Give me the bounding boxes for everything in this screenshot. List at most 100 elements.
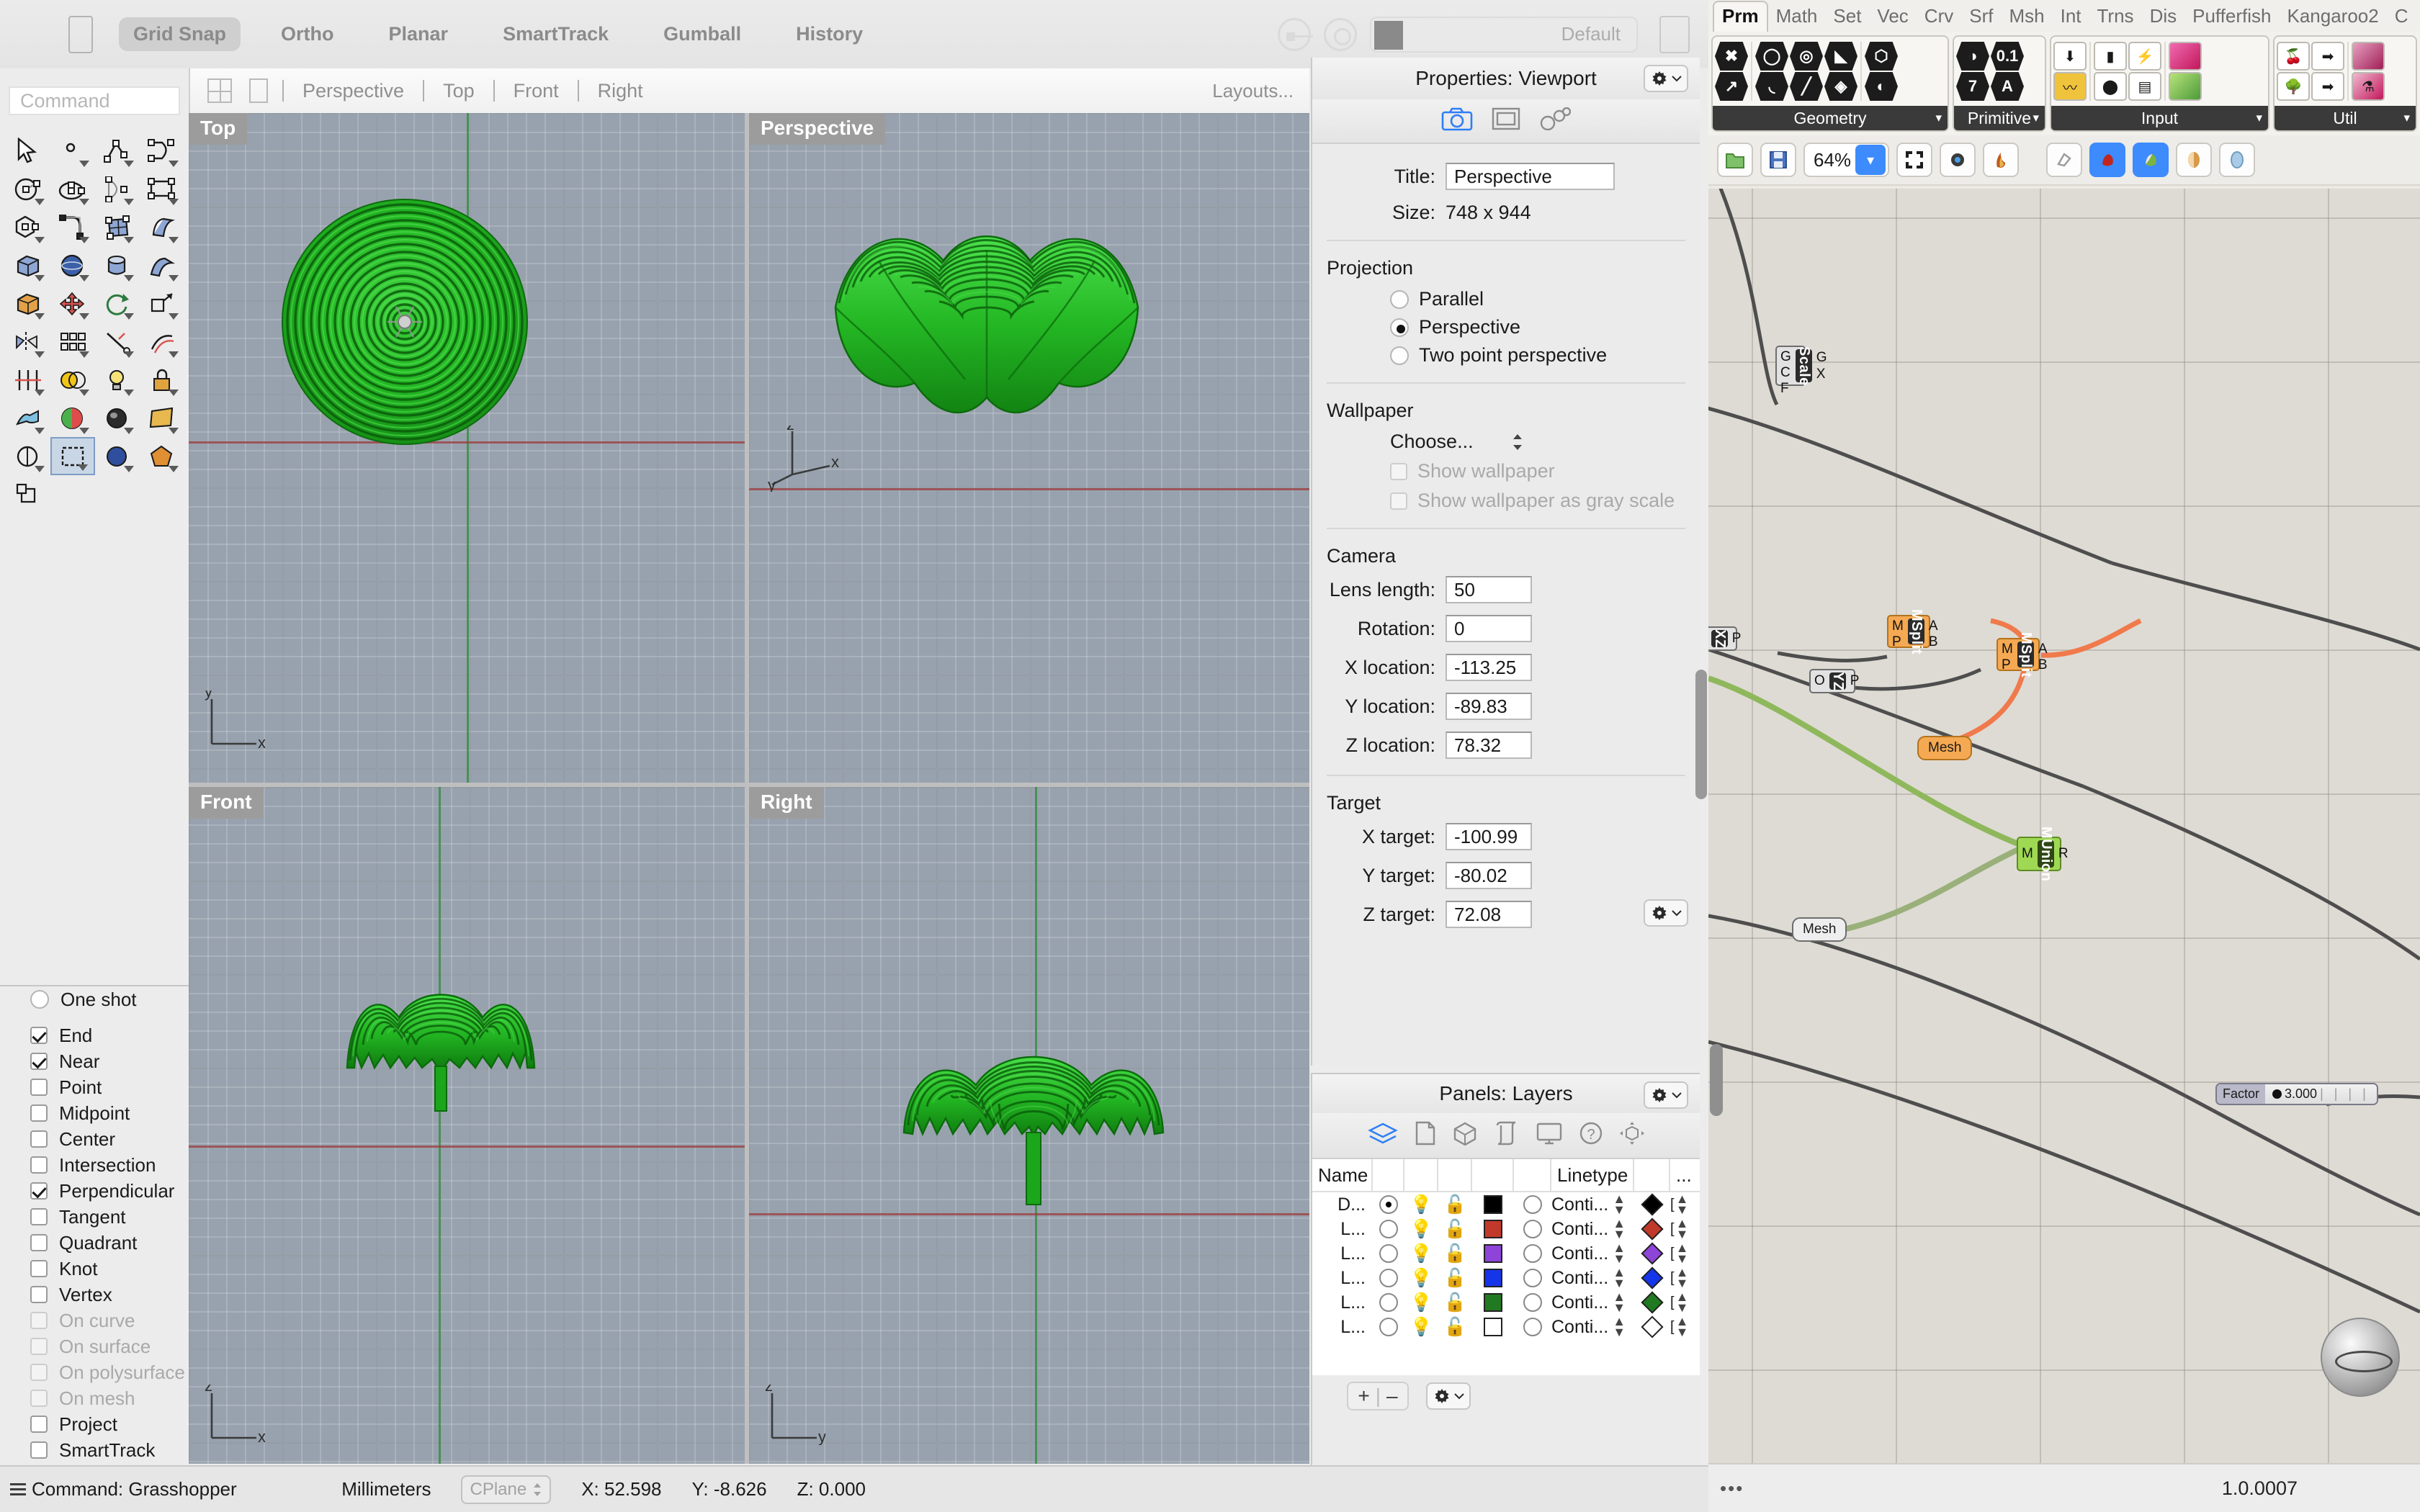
document-icon[interactable] [1415, 1121, 1436, 1151]
projection-parallel[interactable]: Parallel [1390, 288, 1700, 310]
layer-material-swatch[interactable] [1514, 1293, 1551, 1312]
tab-srf[interactable]: Srf [1961, 2, 2001, 32]
select-arrow-icon[interactable] [6, 132, 50, 170]
layer-current-radio[interactable] [1373, 1269, 1404, 1287]
table-row[interactable]: L... 💡 🔓 Conti...▲▼ [▲▼ [1312, 1217, 1700, 1241]
layer-color-swatch[interactable] [1472, 1318, 1514, 1336]
y-location-input[interactable]: -89.83 [1446, 693, 1532, 720]
gradient-icon[interactable] [2169, 42, 2202, 71]
save-file-icon[interactable] [1760, 143, 1796, 177]
toggle-grid-snap[interactable]: Grid Snap [119, 17, 241, 51]
command-input[interactable]: Command [9, 86, 180, 115]
osnap-item-tangent[interactable]: Tangent [0, 1204, 189, 1230]
layer-print-color[interactable] [1634, 1221, 1670, 1237]
stepper-icon[interactable]: ▲▼ [1676, 1194, 1689, 1216]
frame-icon[interactable] [1492, 107, 1520, 135]
radio[interactable] [1390, 346, 1409, 365]
param-surface-icon[interactable]: ◣ [1824, 42, 1857, 71]
x-target-input[interactable]: -100.99 [1446, 823, 1532, 850]
component-msplit-1[interactable]: MP MSplit AB [1887, 615, 1930, 648]
column-linetype[interactable]: Linetype [1551, 1159, 1634, 1191]
preview-shaded-icon[interactable] [2089, 143, 2125, 177]
layer-color-swatch[interactable] [1472, 1293, 1514, 1312]
sweep-icon[interactable] [140, 246, 184, 284]
layer-print-color[interactable] [1634, 1197, 1670, 1212]
solver-icon[interactable] [1983, 143, 2019, 177]
component-munion[interactable]: M MUnion R [2017, 837, 2061, 871]
param-geometry-icon[interactable]: ✖ [1715, 42, 1748, 71]
array-icon[interactable] [50, 323, 95, 361]
rotate-icon[interactable] [95, 284, 140, 323]
data-tree-icon[interactable]: 🌳 [2277, 72, 2310, 101]
tab-kangaroo2[interactable]: Kangaroo2 [2279, 2, 2386, 32]
z-location-input[interactable]: 78.32 [1446, 732, 1532, 759]
boolean-toggle-icon[interactable]: ▮ [2094, 42, 2127, 71]
tab-pufferfish[interactable]: Pufferfish [2184, 2, 2279, 32]
layer-dropdown[interactable]: Default [1370, 17, 1638, 53]
tab-crv[interactable]: Crv [1917, 2, 1961, 32]
preview-wireframe-icon[interactable] [2046, 143, 2082, 177]
zoom-extents-icon[interactable] [1896, 143, 1932, 177]
param-number-icon[interactable]: 0.1 [1991, 42, 2024, 71]
layer-print-color[interactable] [1634, 1246, 1670, 1261]
wallpaper-choose-dropdown[interactable]: Choose... [1390, 431, 1700, 453]
checkbox[interactable] [30, 1416, 48, 1433]
osnap-item-knot[interactable]: Knot [0, 1256, 189, 1282]
help-icon[interactable]: ? [1579, 1121, 1603, 1151]
layer-current-radio[interactable] [1373, 1195, 1404, 1214]
viewport-front[interactable]: zx Front [189, 787, 745, 1464]
tab-prm[interactable]: Prm [1713, 1, 1768, 32]
preview-transparent-icon[interactable] [2219, 143, 2255, 177]
sphere-icon[interactable] [50, 246, 95, 284]
table-row[interactable]: L... 💡 🔓 Conti...▲▼ [▲▼ [1312, 1266, 1700, 1290]
navigation-cube-icon[interactable] [1619, 1121, 1645, 1151]
object-cube-icon[interactable] [1452, 1121, 1478, 1151]
four-view-icon[interactable] [207, 78, 232, 103]
slider-track[interactable]: 3.000 | | | | [2265, 1084, 2377, 1104]
layer-current-radio[interactable] [1373, 1293, 1404, 1312]
checkbox[interactable] [30, 1234, 48, 1251]
number-slider-factor[interactable]: Factor 3.000 | | | | [2215, 1083, 2378, 1105]
osnap-item-center[interactable]: Center [0, 1126, 189, 1152]
remove-layer-button[interactable]: – [1386, 1385, 1398, 1408]
arc-icon[interactable] [95, 170, 140, 208]
stepper-icon[interactable]: ▲▼ [1676, 1218, 1689, 1241]
camera-icon[interactable] [1441, 107, 1473, 136]
curve-icon[interactable] [140, 132, 184, 170]
layer-material-swatch[interactable] [1514, 1244, 1551, 1263]
param-curve-icon[interactable]: ◎ [1790, 42, 1823, 71]
viewport-top[interactable]: yx Top [189, 113, 745, 783]
sidebar-toggle-icon[interactable] [68, 16, 93, 53]
layer-current-radio[interactable] [1373, 1318, 1404, 1336]
component-msplit-2[interactable]: MP MSplit AB [1996, 638, 2040, 671]
stepper-icon[interactable]: ▲▼ [1613, 1194, 1626, 1216]
component-plane-yz[interactable]: O YZ P [1809, 669, 1855, 693]
single-view-icon[interactable] [249, 78, 268, 103]
toggle-history[interactable]: History [781, 17, 877, 51]
relay-icon[interactable]: ➡ [2311, 72, 2344, 101]
menu-icon[interactable] [10, 1480, 26, 1498]
value-list-icon[interactable]: ⚡ [2128, 42, 2161, 71]
table-row[interactable]: D... 💡 🔓 Conti...▲▼ [▲▼ [1312, 1192, 1700, 1217]
osnap-item-quadrant[interactable]: Quadrant [0, 1230, 189, 1256]
layer-color-swatch[interactable] [1472, 1195, 1514, 1214]
canvas-scrollbar[interactable] [1710, 1044, 1723, 1116]
checkbox[interactable] [30, 1053, 48, 1070]
param-mesh-grey[interactable]: Mesh [1792, 917, 1847, 942]
toggle-planar[interactable]: Planar [375, 17, 463, 51]
lightbulb-icon[interactable]: 💡 [1404, 1317, 1438, 1338]
unlock-icon[interactable]: 🔓 [1438, 1219, 1472, 1240]
param-text-icon[interactable]: A [1991, 72, 2024, 101]
radio[interactable] [1390, 318, 1409, 337]
layer-current-radio[interactable] [1373, 1244, 1404, 1263]
shade-view-icon[interactable] [95, 437, 140, 475]
fillet-curve-icon[interactable] [50, 208, 95, 246]
layers-settings-button[interactable] [1426, 1382, 1471, 1410]
tab-trns[interactable]: Trns [2089, 2, 2142, 32]
param-vector-icon[interactable]: ↗ [1715, 72, 1748, 101]
lightbulb-icon[interactable]: 💡 [1404, 1243, 1438, 1264]
stepper-icon[interactable]: ▲▼ [1613, 1218, 1626, 1241]
mesh-box-icon[interactable] [6, 284, 50, 323]
unlock-icon[interactable]: 🔓 [1438, 1268, 1472, 1289]
viewport-tab-perspective[interactable]: Perspective [298, 80, 408, 102]
